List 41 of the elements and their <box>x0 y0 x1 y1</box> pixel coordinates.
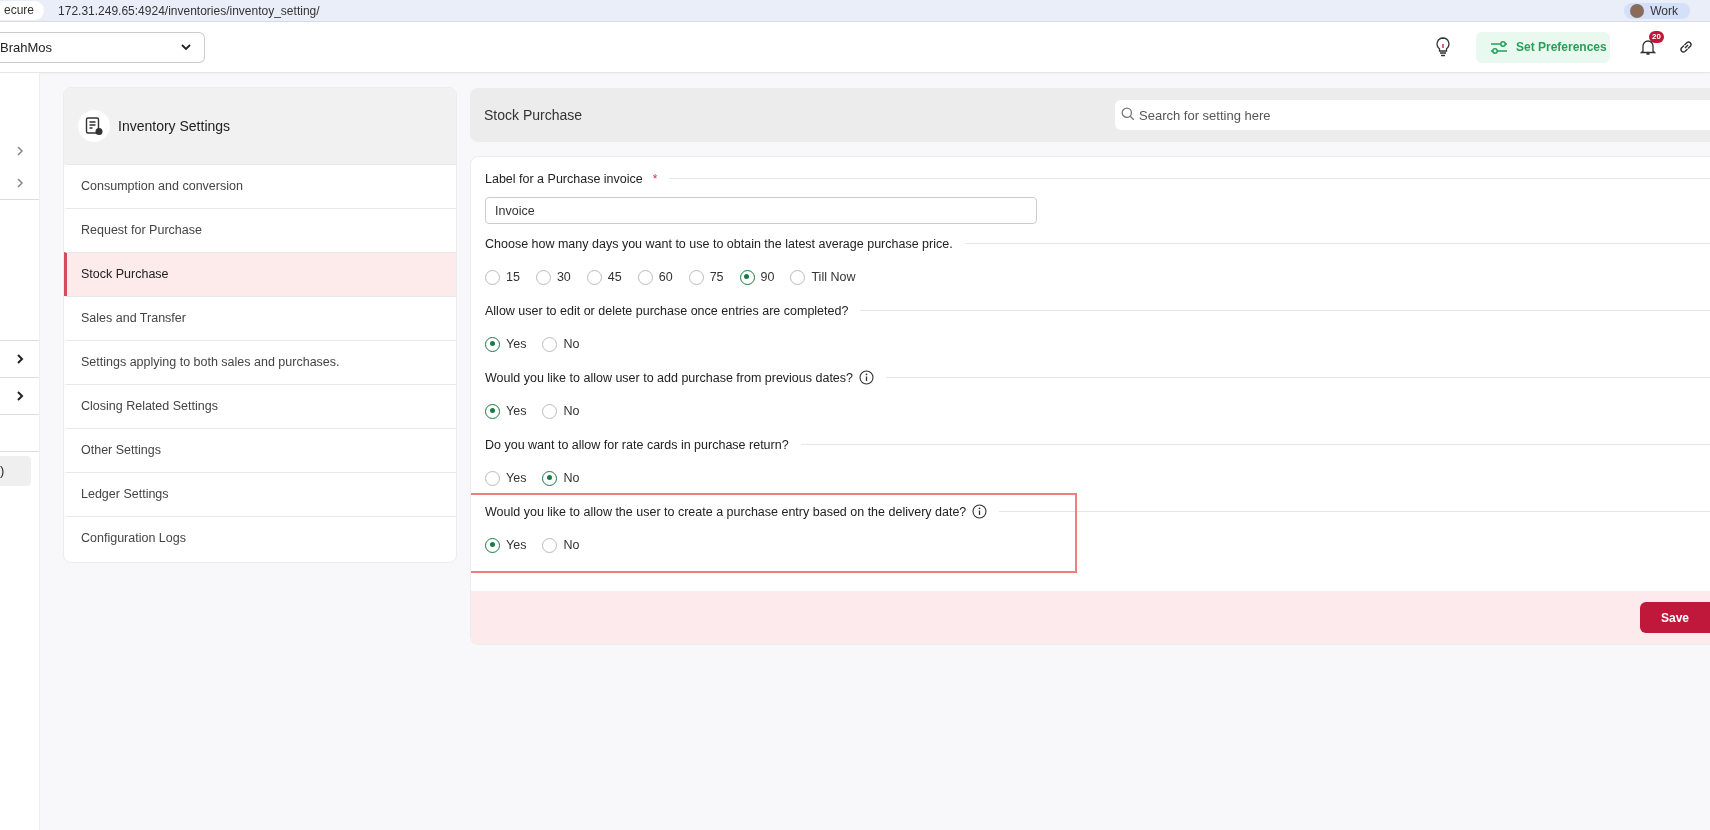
menu-item[interactable]: Configuration Logs <box>64 516 456 560</box>
option-label: Yes <box>506 471 527 485</box>
option-label: 30 <box>556 270 571 284</box>
option-label: 15 <box>506 270 520 284</box>
menu-title: Inventory Settings <box>118 118 231 134</box>
setting-label: Do you want to allow for rate cards in purchase return? <box>485 437 789 452</box>
text-field[interactable]: Invoice <box>485 197 1037 224</box>
save-button[interactable]: Save <box>1640 602 1710 633</box>
menu-item[interactable]: Stock Purchase <box>64 252 456 296</box>
option-label: Yes <box>506 337 527 351</box>
search-field[interactable]: Search for setting here <box>1115 100 1710 130</box>
setting-label: Label for a Purchase invoice <box>485 171 643 186</box>
profile-chip[interactable]: Work <box>1624 2 1690 19</box>
option-label: No <box>563 337 580 351</box>
menu-item[interactable]: Consumption and conversion <box>64 164 456 208</box>
option-label: 60 <box>658 270 673 284</box>
setting-label: Allow user to edit or delete purchase once entries are completed? <box>485 303 849 318</box>
option-label: 90 <box>760 270 775 284</box>
required-mark: * <box>652 171 658 186</box>
company-dropdown[interactable]: BrahMos <box>0 31 205 63</box>
address-text[interactable]: 172.31.249.65:4924/inventories/inventoy_setting/ <box>58 3 320 18</box>
setting-label: Choose how many days you want to use to obtain the latest average purchase price. <box>485 236 953 251</box>
nav-item[interactable]: ) <box>0 456 31 486</box>
option-label: No <box>563 538 580 552</box>
option-label: Yes <box>506 538 527 552</box>
option-label: Yes <box>506 404 527 418</box>
notification-badge: 20 <box>1649 31 1664 43</box>
setting-label: Would you like to allow the user to create a purchase entry based on the delivery date? <box>485 504 967 519</box>
menu-item[interactable]: Ledger Settings <box>64 472 456 516</box>
option-label: Till Now <box>811 270 856 284</box>
option-label: 45 <box>607 270 622 284</box>
setting-label: Would you like to allow user to add purchase from previous dates? <box>485 370 854 385</box>
security-label: ecure <box>0 1 45 20</box>
option-label: No <box>563 404 580 418</box>
option-label: 75 <box>709 270 724 284</box>
menu-item[interactable]: Sales and Transfer <box>64 296 456 340</box>
menu-item[interactable]: Closing Related Settings <box>64 384 456 428</box>
menu-item[interactable]: Settings applying to both sales and purchases. <box>64 340 456 384</box>
menu-item[interactable]: Other Settings <box>64 428 456 472</box>
panel-title: Stock Purchase <box>484 107 583 123</box>
option-label: No <box>563 471 580 485</box>
